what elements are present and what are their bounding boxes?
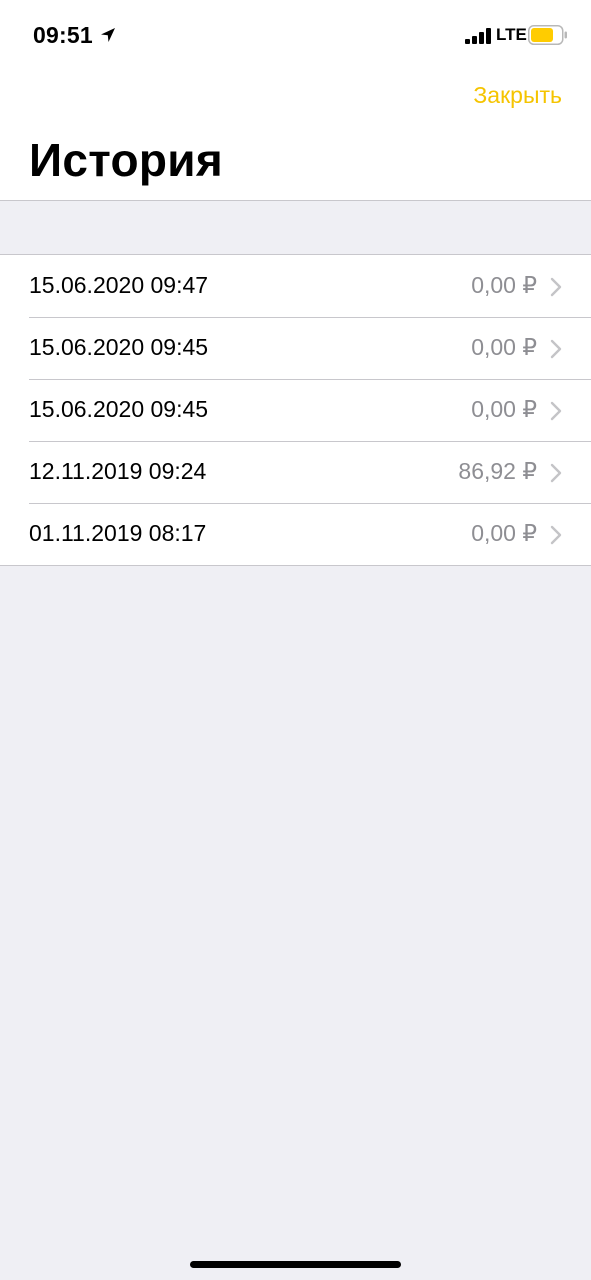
history-row-amount: 86,92 ₽ [458,458,537,484]
chevron-right-icon [550,401,562,421]
history-row[interactable]: 15.06.2020 09:45 0,00 ₽ [0,317,591,379]
history-row-amount: 0,00 ₽ [471,272,537,298]
history-row[interactable]: 15.06.2020 09:45 0,00 ₽ [0,379,591,441]
battery-icon [528,25,567,45]
cellular-signal-icon [465,28,491,44]
history-row-date: 15.06.2020 09:47 [29,272,209,298]
history-row[interactable]: 12.11.2019 09:24 86,92 ₽ [0,441,591,503]
page-title: История [29,134,223,186]
history-row-date: 12.11.2019 09:24 [29,458,207,484]
chevron-right-icon [550,277,562,297]
history-row-amount: 0,00 ₽ [471,520,537,546]
home-indicator [190,1261,401,1268]
location-arrow-icon [101,28,115,42]
history-row-date: 01.11.2019 08:17 [29,520,207,546]
chevron-right-icon [550,525,562,545]
history-list: 15.06.2020 09:47 0,00 ₽ 15.06.2020 09:45 0,… [0,254,591,566]
history-row-amount: 0,00 ₽ [471,396,537,422]
history-row-date: 15.06.2020 09:45 [29,334,209,360]
status-bar: 09:51 LTE [0,0,591,70]
status-time: 09:51 [33,22,93,48]
history-row-date: 15.06.2020 09:45 [29,396,209,422]
network-type-label: LTE [496,25,527,44]
history-row-amount: 0,00 ₽ [471,334,537,360]
history-row[interactable]: 01.11.2019 08:17 0,00 ₽ [0,503,591,565]
navigation-header: 09:51 LTE Закрыть История [0,0,591,201]
chevron-right-icon [550,339,562,359]
history-row[interactable]: 15.06.2020 09:47 0,00 ₽ [0,255,591,317]
chevron-right-icon [550,463,562,483]
close-button[interactable]: Закрыть [473,82,562,109]
